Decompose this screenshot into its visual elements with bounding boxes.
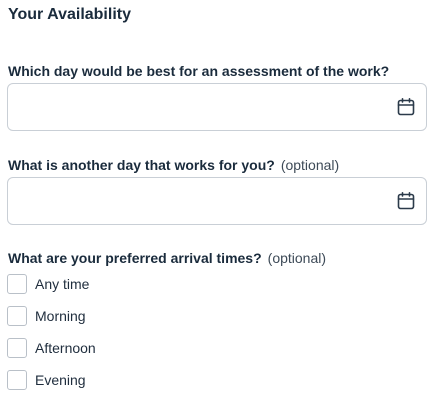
- checkbox-evening[interactable]: Evening: [7, 369, 86, 391]
- second-day-label: What is another day that works for you? (…: [8, 157, 339, 173]
- first-day-label-text: Which day would be best for an assessmen…: [8, 63, 390, 79]
- checkbox-afternoon-box[interactable]: [7, 338, 27, 358]
- arrival-times-optional-tag: (optional): [267, 250, 327, 266]
- checkbox-afternoon-label: Afternoon: [35, 340, 96, 356]
- second-day-label-text: What is another day that works for you?: [8, 157, 275, 173]
- checkbox-morning[interactable]: Morning: [7, 305, 86, 327]
- checkbox-any-time[interactable]: Any time: [7, 273, 89, 295]
- checkbox-morning-label: Morning: [35, 308, 86, 324]
- checkbox-evening-label: Evening: [35, 372, 86, 388]
- section-title: Your Availability: [8, 6, 131, 23]
- arrival-times-label-text: What are your preferred arrival times?: [8, 250, 262, 266]
- checkbox-morning-box[interactable]: [7, 306, 27, 326]
- first-day-label: Which day would be best for an assessmen…: [8, 63, 389, 79]
- checkbox-any-time-box[interactable]: [7, 274, 27, 294]
- first-day-date-field[interactable]: [7, 83, 427, 131]
- arrival-times-label: What are your preferred arrival times? (o…: [8, 250, 326, 266]
- second-day-input[interactable]: [8, 178, 388, 224]
- calendar-icon[interactable]: [396, 191, 416, 211]
- checkbox-evening-box[interactable]: [7, 370, 27, 390]
- second-day-optional-tag: (optional): [280, 157, 340, 173]
- checkbox-afternoon[interactable]: Afternoon: [7, 337, 96, 359]
- first-day-input[interactable]: [8, 84, 388, 130]
- second-day-date-field[interactable]: [7, 177, 427, 225]
- calendar-icon[interactable]: [396, 97, 416, 117]
- checkbox-any-time-label: Any time: [35, 276, 90, 292]
